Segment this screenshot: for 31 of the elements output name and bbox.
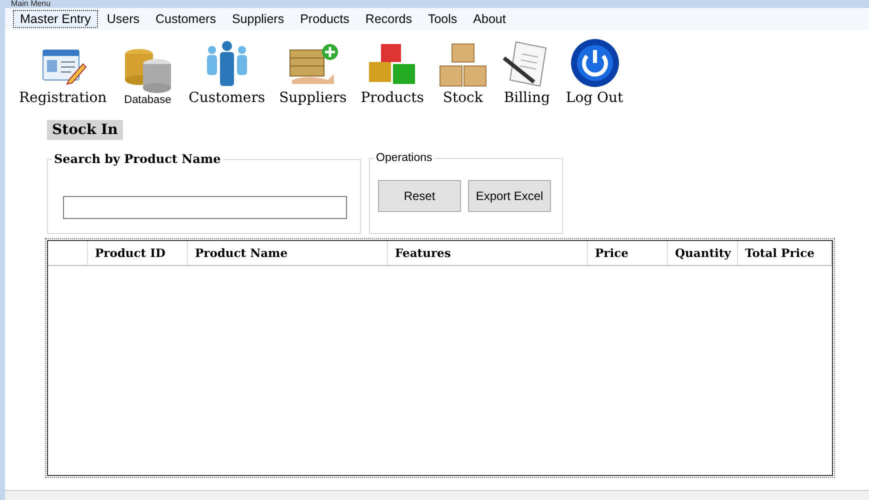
toolbar-label[interactable]: Registration	[19, 90, 107, 106]
action-button[interactable]: Reset	[378, 180, 461, 212]
column-header[interactable]: Product ID	[88, 241, 188, 265]
column-header[interactable]: Quantity	[668, 241, 738, 265]
menu-item[interactable]: Products	[293, 10, 356, 28]
menu-item[interactable]: Records	[358, 10, 419, 28]
menu-item[interactable]: About	[466, 10, 513, 28]
menu-item[interactable]: Tools	[420, 10, 464, 28]
toolbar-label[interactable]: Customers	[188, 90, 266, 106]
group-title: Search by Product Name	[53, 152, 222, 166]
menu-item[interactable]: Suppliers	[224, 10, 292, 28]
toolbar-label[interactable]: Suppliers	[279, 90, 347, 106]
action-button[interactable]: Export Excel	[468, 180, 551, 212]
menu-item[interactable]: Customers	[148, 10, 223, 28]
menu-item[interactable]: Users	[100, 10, 147, 28]
group-title: Operations	[375, 152, 434, 164]
toolbar-label[interactable]: Products	[360, 90, 424, 106]
toolbar-label[interactable]: Database	[124, 94, 172, 106]
column-header[interactable]: Total Price	[738, 241, 832, 265]
menu-item[interactable]: Master Entry	[13, 10, 98, 28]
toolbar-label[interactable]: Billing	[504, 90, 550, 106]
column-header[interactable]: Price	[588, 241, 668, 265]
toolbar-label[interactable]: Stock	[442, 90, 483, 106]
column-header[interactable]: Product Name	[188, 241, 388, 265]
section-title: Stock In	[47, 120, 123, 140]
cardboard-boxes-icon	[438, 42, 488, 88]
toolbar-label[interactable]: Log Out	[566, 90, 624, 106]
search-field[interactable]	[63, 196, 347, 219]
power-icon	[570, 38, 620, 88]
column-header[interactable]: Features	[388, 241, 588, 265]
window-title: Main Menu	[11, 0, 51, 8]
